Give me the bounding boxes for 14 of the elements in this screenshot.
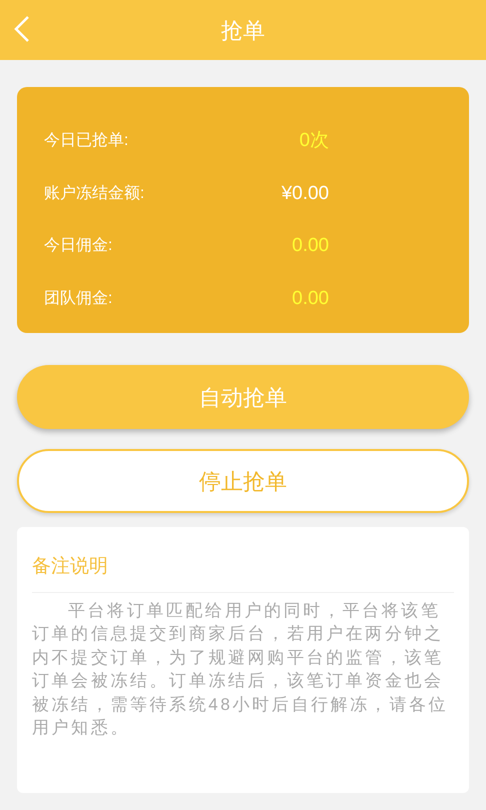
stat-value: ¥0.00 [280,182,329,206]
notes-text: 平台将订单匹配给用户的同时，平台将该笔订单的信息提交到商家后台，若用户在两分钟之内不提交订单，为了规避网购平台的监管，该笔订单会被冻结。订单冻结后，该笔订单资金也会被冻结，需等待系统48小时后自行解冻，请各位用户知悉。 [32,600,450,739]
page-title: 抢单 [221,16,265,44]
stat-value: 0.00 [291,234,329,258]
stat-label: 今日已抢单: [44,131,130,152]
stat-label: 账户冻结金额: [44,184,146,204]
stat-value: 0次 [298,129,329,153]
stat-value: 0.00 [291,286,329,310]
action-button[interactable]: 自动抢单 [17,365,469,429]
action-button[interactable]: 停止抢单 [17,449,469,513]
notes-title: 备注说明 [32,553,454,592]
stat-label: 今日佣金: [44,236,114,256]
back-icon[interactable] [12,14,32,44]
stat-label: 团队佣金: [44,288,114,309]
